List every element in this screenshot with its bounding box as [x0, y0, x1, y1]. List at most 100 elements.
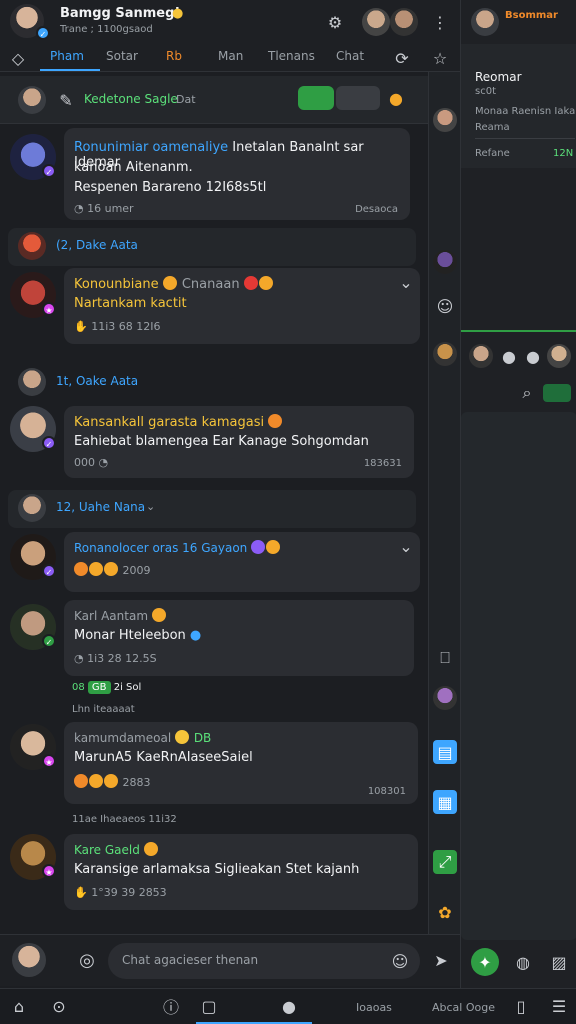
add-icon[interactable]: ✦	[471, 948, 499, 976]
circle-icon[interactable]: ⊙	[48, 995, 70, 1017]
thread-divider[interactable]: 12, Uahe Nana ⌄	[8, 490, 416, 528]
reaction-chip[interactable]: GB	[87, 681, 111, 694]
note-icon[interactable]: ▦	[433, 790, 457, 814]
panel-title: Bsommar	[505, 10, 558, 21]
emoji-icon	[162, 276, 177, 290]
badge-icon: ★	[42, 302, 56, 316]
panel-card[interactable]: Reomar sc0t Monaa Raenisn Iaka Reama Ref…	[461, 44, 576, 168]
avatar[interactable]	[433, 108, 457, 132]
frame-icon[interactable]: ⎕	[433, 646, 457, 670]
avatar[interactable]	[390, 8, 418, 36]
message-text: Nartankam kactit	[74, 296, 187, 311]
info-icon[interactable]: ⓘ	[160, 995, 182, 1017]
hand-icon: ✋	[74, 886, 88, 899]
emoji-icon	[251, 540, 266, 554]
emoji-icon	[104, 562, 118, 576]
chevron-down-icon[interactable]: ⌄	[398, 537, 414, 556]
search-icon[interactable]: ⌕	[517, 382, 537, 404]
chat-icon[interactable]: ▢	[198, 995, 220, 1017]
avatar[interactable]	[12, 943, 46, 977]
message-bubble[interactable]: Ronanolocer oras 16 Gayaon 2009 ⌄	[64, 532, 420, 592]
emoji-icon	[243, 276, 258, 290]
avatar[interactable]	[471, 8, 499, 36]
send-icon[interactable]: ➤	[428, 947, 454, 973]
message-time: 108301	[367, 786, 406, 797]
emoji-icon	[151, 608, 166, 622]
avatar[interactable]	[433, 250, 457, 274]
emoji-icon	[268, 414, 283, 428]
filter-button[interactable]	[336, 86, 380, 110]
menu-icon[interactable]: ☰	[548, 995, 570, 1017]
divider-label: 11ae Ihaeaeos 11i32	[72, 814, 177, 825]
video-icon[interactable]: ●	[523, 344, 543, 368]
message-bubble[interactable]: Karl Aantam Monar Hteleebon ● ◔ 1i3 28 1…	[64, 600, 414, 676]
tab-sotar[interactable]: Sotar	[106, 49, 138, 63]
bookmark-icon[interactable]: ▯	[510, 995, 532, 1017]
avatar[interactable]	[547, 344, 571, 368]
reaction-label: 2i Sol	[113, 682, 142, 693]
message-time: 183631	[363, 458, 402, 469]
pinned-bar[interactable]: ✎ Kedetone Sagle Dat ●	[0, 76, 428, 124]
clock-icon: ◔	[98, 456, 109, 469]
sticker-icon[interactable]: ✿	[433, 900, 457, 924]
tab-chat[interactable]: Chat	[336, 49, 364, 63]
chevron-down-icon[interactable]: ⌄	[398, 273, 414, 292]
message-text: Respenen Barareno 12I68s5tl	[74, 180, 267, 195]
tab-badge[interactable]: Rb	[166, 49, 182, 63]
link-icon[interactable]: ⟳	[392, 48, 412, 68]
message-bubble[interactable]: Kansankall garasta kamagasi Eahiebat bla…	[64, 406, 414, 478]
message-time: Desaoca	[355, 204, 398, 215]
pin-icon: ✎	[59, 90, 73, 110]
divider-label: 12, Uahe Nana	[56, 500, 146, 514]
message-bubble[interactable]: Konounbiane Cnanaan Nartankam kactit ✋ 1…	[64, 268, 420, 344]
nav-item-label[interactable]: Abcal Ooge	[432, 1001, 495, 1014]
camera-icon[interactable]: ◎	[74, 947, 100, 973]
emoji-icon: ●	[172, 6, 184, 21]
message-text: Karansige arlamaksa Siglieakan Stet kaja…	[74, 862, 360, 877]
emoji-icon	[174, 730, 189, 744]
avatar[interactable]	[433, 686, 457, 710]
panel-value: 12N	[553, 148, 574, 159]
emoji-icon	[143, 842, 158, 856]
tab-indicator	[40, 69, 100, 71]
thread-divider[interactable]: (2, Dake Aata	[8, 228, 416, 266]
expand-icon[interactable]: ⤢	[433, 850, 457, 874]
toggle-button[interactable]	[543, 384, 571, 402]
side-strip: ☺ ⎕ ▤ ▦ ⤢ ✿	[428, 72, 460, 934]
message-meta: 2009	[122, 564, 151, 577]
media-icon[interactable]: ⚙	[320, 10, 350, 34]
message-bubble[interactable]: Kare Gaeld Karansige arlamaksa Siglieaka…	[64, 834, 418, 910]
reaction-button[interactable]	[298, 86, 334, 110]
message-author-secondary: Cnanaan	[181, 277, 240, 292]
thread-divider[interactable]: 1t, Oake Aata	[8, 364, 416, 400]
star-icon[interactable]: ☆	[430, 48, 450, 68]
image-icon[interactable]: ▨	[547, 950, 571, 974]
nav-item-label[interactable]: Ioaoas	[356, 1001, 392, 1014]
emoji-icon[interactable]: ●	[384, 86, 408, 110]
tab-man[interactable]: Man	[218, 49, 243, 63]
globe-icon[interactable]: ◍	[511, 950, 535, 974]
message-bubble[interactable]: Ronunimiar oamenaliye Inetalan Banalnt s…	[64, 128, 410, 220]
dropdown-icon[interactable]: ⌄	[146, 500, 155, 513]
more-icon[interactable]: ⋮	[430, 8, 450, 36]
emoji-icon	[266, 540, 281, 554]
image-icon[interactable]: ▤	[433, 740, 457, 764]
home-icon[interactable]: ⌂	[8, 995, 30, 1017]
avatar[interactable]	[469, 344, 493, 368]
globe-icon[interactable]: ●	[278, 995, 300, 1017]
tab-pham[interactable]: Pham	[50, 49, 84, 63]
bottom-nav: ⌂ ⊙ ⓘ ▢ ● Ioaoas Abcal Ooge ▯ ☰	[0, 988, 576, 1024]
input-placeholder: Chat agacieser thenan	[122, 953, 259, 967]
avatar[interactable]	[362, 8, 390, 36]
message-input[interactable]: Chat agacieser thenan ☺	[108, 943, 420, 979]
reaction-row[interactable]: 08 GB 2i Sol	[72, 681, 142, 694]
smile-icon[interactable]: ☺	[433, 294, 457, 318]
panel-line: sc0t	[475, 86, 496, 97]
avatar[interactable]	[433, 342, 457, 366]
message-bubble[interactable]: kamumdameoal DB MarunA5 KaeRnAIaseeSaiel…	[64, 722, 418, 804]
call-icon[interactable]: ●	[499, 344, 519, 368]
tab-tlenans[interactable]: Tlenans	[268, 49, 315, 63]
diamond-icon[interactable]: ◇	[8, 48, 28, 68]
emoji-picker-icon[interactable]: ☺	[388, 949, 412, 973]
message-meta: 2883	[122, 776, 151, 789]
